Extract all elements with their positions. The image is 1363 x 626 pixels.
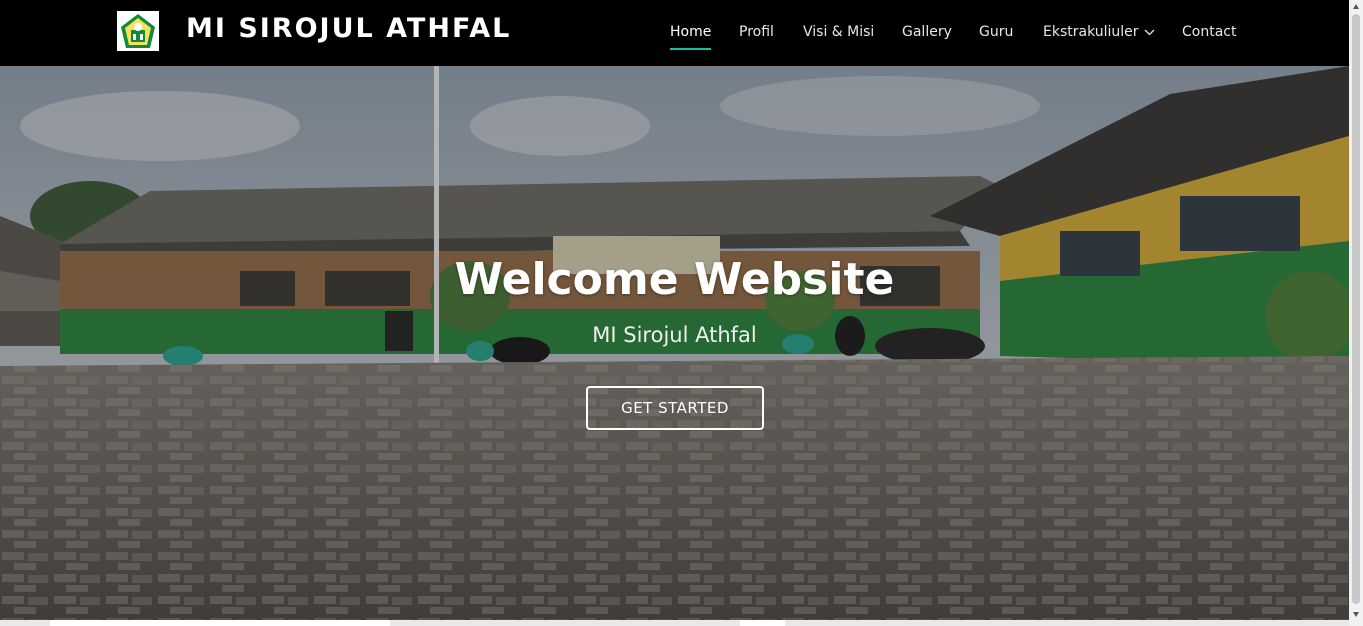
hero-section: Welcome Website MI Sirojul Athfal GET ST… <box>0 66 1349 620</box>
nav-contact[interactable]: Contact <box>1182 22 1236 42</box>
school-logo[interactable] <box>117 11 159 51</box>
chevron-down-icon <box>1144 29 1155 35</box>
scroll-thumb[interactable] <box>1352 14 1360 604</box>
scroll-down-arrow-icon[interactable] <box>1352 610 1360 618</box>
page-scrollbar[interactable] <box>1349 0 1363 626</box>
hero-subtitle: MI Sirojul Athfal <box>592 323 757 347</box>
nav-profil[interactable]: Profil <box>739 22 774 42</box>
nav-ekstrakuliuler[interactable]: Ekstrakuliuler <box>1043 22 1155 42</box>
nav-guru[interactable]: Guru <box>979 22 1013 42</box>
scroll-up-arrow-icon[interactable] <box>1352 3 1360 11</box>
next-section-edge <box>0 620 1349 626</box>
site-brand[interactable]: MI SIROJUL ATHFAL <box>186 12 511 46</box>
site-header: MI SIROJUL ATHFAL Home Profil Visi & Mis… <box>0 0 1349 66</box>
nav-ekstrakuliuler-label: Ekstrakuliuler <box>1043 24 1139 40</box>
hero-title: Welcome Website <box>454 254 895 305</box>
nav-home[interactable]: Home <box>670 22 712 50</box>
get-started-button[interactable]: GET STARTED <box>586 386 764 430</box>
nav-visi-misi[interactable]: Visi & Misi <box>803 22 874 42</box>
nav-gallery[interactable]: Gallery <box>902 22 952 42</box>
school-emblem-icon <box>121 14 155 48</box>
